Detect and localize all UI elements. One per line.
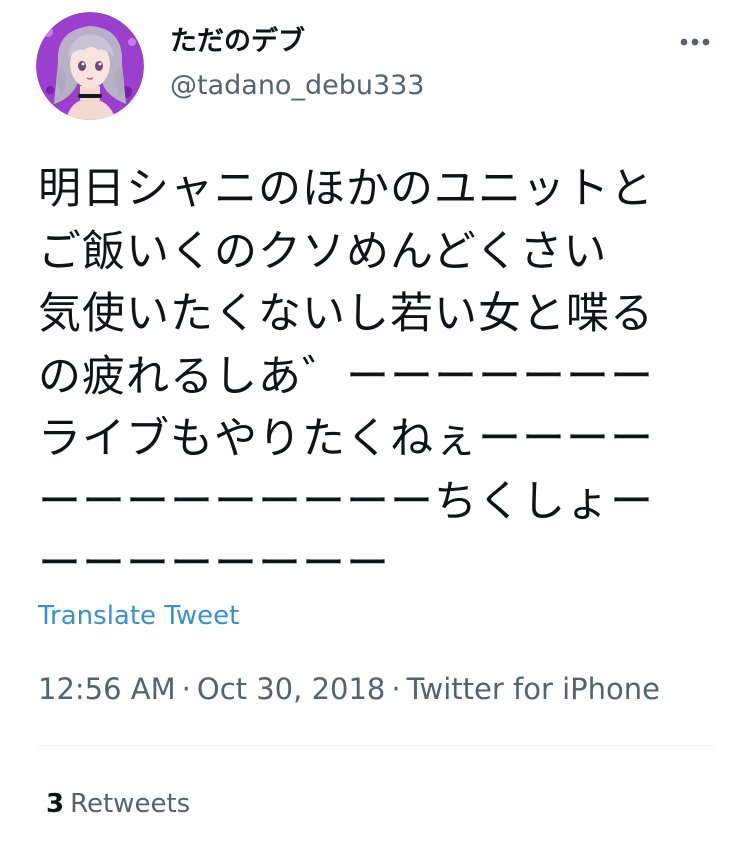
display-name[interactable]: ただのデブ xyxy=(170,24,305,60)
user-handle[interactable]: @tadano_debu333 xyxy=(170,68,424,104)
divider xyxy=(38,745,714,746)
tweet-text: 明日シャニのほかのユニットと ご飯いくのクソめんどくさい 気使いたくないし若い女… xyxy=(38,158,710,596)
tweet-text-line: ライブもやりたくねぇーーーー xyxy=(38,414,654,464)
tweet-date[interactable]: Oct 30, 2018 xyxy=(197,672,386,706)
tweet-time[interactable]: 12:56 AM xyxy=(38,672,176,706)
ellipsis-icon xyxy=(680,38,710,46)
tweet-text-line: の疲れるしあ゛ーーーーーーー xyxy=(38,351,654,402)
tweet-metadata: 12:56 AM · Oct 30, 2018 · Twitter for iPhone xyxy=(38,670,660,708)
tweet-text-line: ーーーーーーーーーちくしょー xyxy=(38,476,654,527)
retweets-stat[interactable]: 3 Retweets xyxy=(46,786,190,822)
meta-separator: · xyxy=(391,672,401,706)
user-avatar-illustration xyxy=(36,12,144,120)
tweet-text-line: ご飯いくのクソめんどくさい xyxy=(38,226,608,277)
translate-tweet-link[interactable]: Translate Tweet xyxy=(38,598,239,634)
more-options-button[interactable] xyxy=(672,26,718,58)
tweet-text-line: 気使いたくないし若い女と喋る xyxy=(38,289,654,339)
avatar[interactable] xyxy=(36,12,144,120)
retweets-label: Retweets xyxy=(70,789,191,819)
tweet-source[interactable]: Twitter for iPhone xyxy=(407,672,660,706)
retweets-count: 3 xyxy=(46,789,65,819)
tweet-text-line: ーーーーーーーー xyxy=(38,539,390,589)
tweet-text-line: 明日シャニのほかのユニットと xyxy=(38,164,654,214)
meta-separator: · xyxy=(181,672,191,706)
